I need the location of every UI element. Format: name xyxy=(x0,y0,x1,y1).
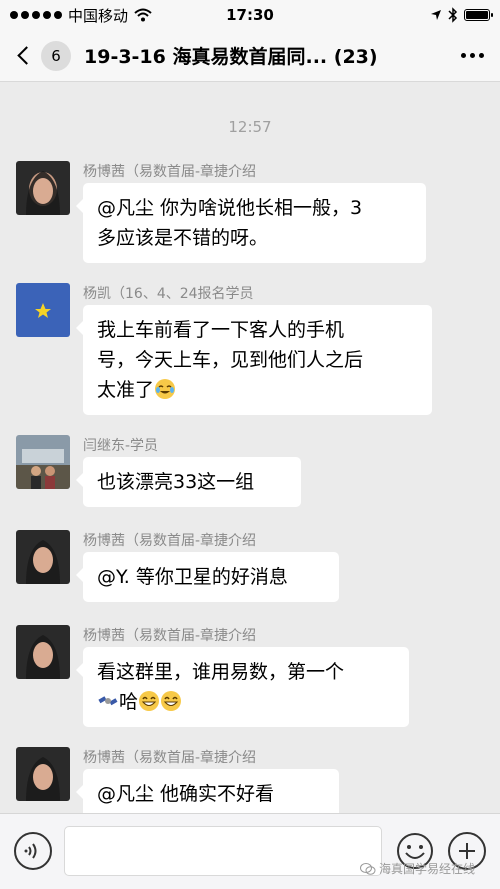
message-line: 哈 xyxy=(119,691,139,713)
avatar[interactable] xyxy=(16,530,70,584)
back-button[interactable]: 6 xyxy=(0,40,84,71)
sender-name: 杨博茜（易数首届-章捷介绍 xyxy=(83,164,257,180)
message-input[interactable] xyxy=(64,826,382,876)
grinning-emoji-icon xyxy=(139,691,160,711)
crying-laughing-emoji-icon xyxy=(155,379,176,399)
message-bubble[interactable]: 也该漂亮33这一组 xyxy=(76,457,301,507)
chat-area[interactable]: 12:57 杨博茜（易数首届-章捷介绍 @凡尘 你为啥说他长相一般，3 多应该是… xyxy=(0,83,500,813)
sender-name: 闫继东-学员 xyxy=(83,438,159,454)
message-bubble[interactable]: 我上车前看了一下客人的手机 号，今天上车，见到他们人之后 太准了 xyxy=(76,305,432,415)
sender-name: 杨博茜（易数首届-章捷介绍 xyxy=(83,750,257,766)
message-line: @凡尘 他确实不好看 xyxy=(97,783,275,805)
status-right xyxy=(430,7,493,23)
signal-icon xyxy=(10,11,62,19)
voice-button[interactable] xyxy=(14,832,52,870)
message-bubble[interactable]: 看这群里，谁用易数，第一个 哈 xyxy=(76,647,409,727)
sender-name: 杨博茜（易数首届-章捷介绍 xyxy=(83,533,257,549)
message-line: 也该漂亮33这一组 xyxy=(97,471,255,493)
avatar[interactable] xyxy=(16,161,70,215)
message-line: 我上车前看了一下客人的手机 xyxy=(97,319,345,341)
message-line: @凡尘 你为啥说他长相一般，3 xyxy=(97,197,363,219)
watermark-text: 海真国学易经在线 xyxy=(379,862,476,876)
more-button[interactable] xyxy=(444,53,500,58)
timestamp: 12:57 xyxy=(228,118,272,136)
status-left: 中国移动 xyxy=(10,5,152,26)
avatar[interactable] xyxy=(16,747,70,801)
avatar[interactable] xyxy=(16,283,70,337)
message-line: 看这群里，谁用易数，第一个 xyxy=(97,661,345,683)
plus-icon xyxy=(459,843,475,859)
satellite-emoji-icon xyxy=(98,696,118,706)
battery-icon xyxy=(464,9,493,21)
avatar[interactable] xyxy=(16,435,70,489)
message-line: 多应该是不错的呀。 xyxy=(97,227,269,249)
sender-name: 杨凯（16、4、24报名学员 xyxy=(83,286,254,302)
message-line: @Y. 等你卫星的好消息 xyxy=(97,566,288,588)
chevron-left-icon xyxy=(17,46,36,65)
avatar[interactable] xyxy=(16,625,70,679)
chat-title: 19-3-16 海真易数首届同... (23) xyxy=(84,46,378,68)
bluetooth-icon xyxy=(448,7,458,23)
location-icon xyxy=(431,10,441,20)
message-line: 太准了 xyxy=(97,379,155,401)
unread-count-badge: 6 xyxy=(41,40,71,71)
grinning-emoji-icon xyxy=(161,691,182,711)
watermark: 海真国学易经在线 xyxy=(360,860,475,877)
message-bubble[interactable]: @Y. 等你卫星的好消息 xyxy=(76,552,339,602)
voice-icon xyxy=(24,843,37,859)
sender-name: 杨博茜（易数首届-章捷介绍 xyxy=(83,628,257,644)
input-bar xyxy=(0,813,500,889)
wechat-logo-icon xyxy=(360,862,376,875)
status-bar: 中国移动 17:30 xyxy=(0,0,500,30)
wifi-icon xyxy=(134,8,152,22)
message-bubble[interactable]: @凡尘 你为啥说他长相一般，3 多应该是不错的呀。 xyxy=(76,183,426,263)
message-bubble[interactable]: @凡尘 他确实不好看 xyxy=(76,769,339,813)
carrier-label: 中国移动 xyxy=(68,6,129,25)
nav-bar: 6 19-3-16 海真易数首届同... (23) xyxy=(0,30,500,82)
message-line: 号，今天上车，见到他们人之后 xyxy=(97,349,364,371)
